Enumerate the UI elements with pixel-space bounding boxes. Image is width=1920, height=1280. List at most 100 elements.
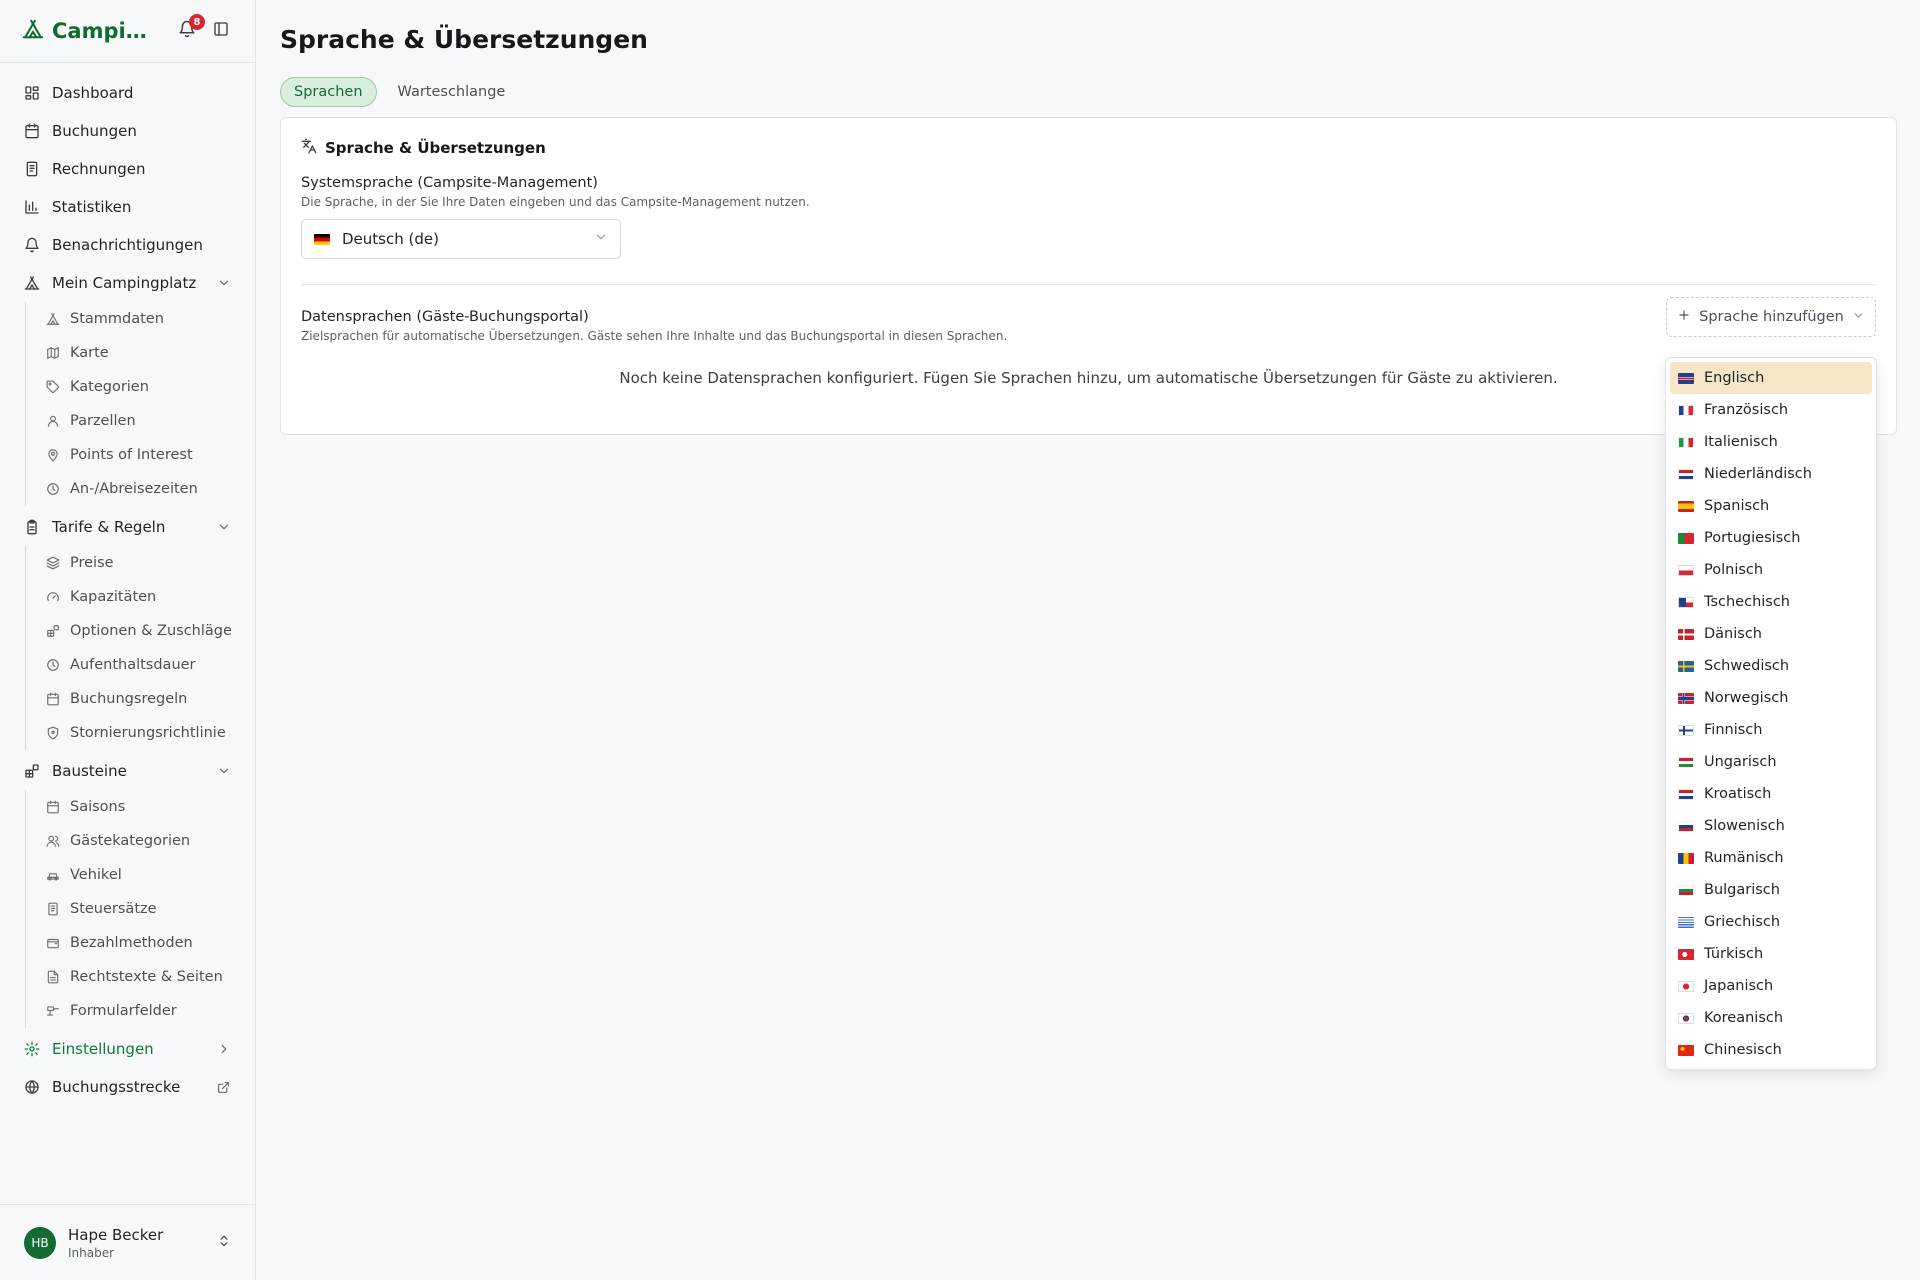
language-option-bulgarisch[interactable]: Bulgarisch: [1670, 874, 1872, 906]
sidebar-group-label: Bausteine: [52, 762, 127, 780]
sidebar-item-label: Buchungen: [52, 122, 137, 140]
toggle-sidebar-button[interactable]: [207, 17, 235, 45]
sidebar-item-stornierungsrichtlinie[interactable]: Stornierungsrichtlinie: [26, 716, 255, 750]
language-dropdown-menu: Englisch Französisch Italienisch Niederl…: [1665, 357, 1877, 1070]
language-option-label: Französisch: [1704, 402, 1789, 418]
flag-de-icon: [314, 233, 330, 245]
flag-gb-icon: [1678, 372, 1694, 384]
languages-card: Sprache & Übersetzungen Systemsprache (C…: [280, 117, 1897, 435]
language-option-label: Niederländisch: [1704, 466, 1812, 482]
sidebar-item-an-abreisezeiten[interactable]: An-/Abreisezeiten: [26, 472, 255, 506]
sidebar-item-einstellungen[interactable]: Einstellungen: [0, 1030, 255, 1068]
tab-sprachen[interactable]: Sprachen: [280, 77, 377, 107]
system-language-description: Die Sprache, in der Sie Ihre Daten einge…: [301, 195, 810, 209]
language-option-spanisch[interactable]: Spanisch: [1670, 490, 1872, 522]
sidebar-item-rechnungen[interactable]: Rechnungen: [0, 150, 255, 188]
language-option-chinesisch[interactable]: Chinesisch: [1670, 1034, 1872, 1066]
sidebar-item-formularfelder[interactable]: Formularfelder: [26, 994, 255, 1028]
sidebar-item-gastekategorien[interactable]: Gästekategorien: [26, 824, 255, 858]
sidebar-item-kapazitaten[interactable]: Kapazitäten: [26, 580, 255, 614]
language-option-danisch[interactable]: Dänisch: [1670, 618, 1872, 650]
flag-ro-icon: [1678, 852, 1694, 864]
sidebar-item-label: Stornierungsrichtlinie: [70, 725, 226, 741]
language-option-slowenisch[interactable]: Slowenisch: [1670, 810, 1872, 842]
subnav-bausteine: Saisons Gästekategorien Vehikel Steuersä…: [25, 790, 255, 1028]
system-language-label: Systemsprache (Campsite-Management): [301, 175, 598, 191]
sidebar-item-points-of-interest[interactable]: Points of Interest: [26, 438, 255, 472]
sidebar-item-benachrichtigungen[interactable]: Benachrichtigungen: [0, 226, 255, 264]
language-option-franzosisch[interactable]: Französisch: [1670, 394, 1872, 426]
language-option-portugiesisch[interactable]: Portugiesisch: [1670, 522, 1872, 554]
chevron-down-icon: [1852, 309, 1865, 326]
chevron-down-icon: [217, 276, 231, 290]
clock-icon: [46, 658, 60, 672]
chevron-right-icon: [217, 1042, 231, 1056]
language-option-italienisch[interactable]: Italienisch: [1670, 426, 1872, 458]
sidebar-item-steuersatze[interactable]: Steuersätze: [26, 892, 255, 926]
sidebar-item-preise[interactable]: Preise: [26, 546, 255, 580]
sidebar-item-buchungsregeln[interactable]: Buchungsregeln: [26, 682, 255, 716]
notifications-button[interactable]: 8: [173, 14, 205, 45]
system-language-select[interactable]: Deutsch (de): [301, 219, 621, 259]
sidebar-item-karte[interactable]: Karte: [26, 336, 255, 370]
sidebar-item-label: Parzellen: [70, 413, 136, 429]
flag-pt-icon: [1678, 532, 1694, 544]
flag-pl-icon: [1678, 564, 1694, 576]
language-option-label: Tschechisch: [1704, 594, 1791, 610]
sidebar-item-saisons[interactable]: Saisons: [26, 790, 255, 824]
sidebar-item-label: Statistiken: [52, 198, 132, 216]
panel-left-icon: [213, 21, 229, 41]
sidebar-item-buchungen[interactable]: Buchungen: [0, 112, 255, 150]
language-option-griechisch[interactable]: Griechisch: [1670, 906, 1872, 938]
language-option-japanisch[interactable]: Japanisch: [1670, 970, 1872, 1002]
sidebar-item-rechtstexte-seiten[interactable]: Rechtstexte & Seiten: [26, 960, 255, 994]
language-option-label: Portugiesisch: [1704, 530, 1801, 546]
language-option-niederlandisch[interactable]: Niederländisch: [1670, 458, 1872, 490]
flag-hr-icon: [1678, 788, 1694, 800]
language-option-tschechisch[interactable]: Tschechisch: [1670, 586, 1872, 618]
sidebar-group-mein-campingplatz[interactable]: Mein Campingplatz: [0, 264, 255, 302]
sidebar-group-tarife-regeln[interactable]: Tarife & Regeln: [0, 508, 255, 546]
flag-si-icon: [1678, 820, 1694, 832]
sidebar-item-kategorien[interactable]: Kategorien: [26, 370, 255, 404]
sidebar-item-statistiken[interactable]: Statistiken: [0, 188, 255, 226]
chevron-down-icon: [217, 764, 231, 778]
sidebar-item-aufenthaltsdauer[interactable]: Aufenthaltsdauer: [26, 648, 255, 682]
sidebar-item-stammdaten[interactable]: Stammdaten: [26, 302, 255, 336]
sidebar-group-bausteine[interactable]: Bausteine: [0, 752, 255, 790]
language-option-kroatisch[interactable]: Kroatisch: [1670, 778, 1872, 810]
sidebar-item-label: Buchungsstrecke: [52, 1078, 181, 1096]
sidebar-item-label: Rechnungen: [52, 160, 146, 178]
sidebar-item-label: Bezahlmethoden: [70, 935, 193, 951]
flag-fr-icon: [1678, 404, 1694, 416]
language-option-label: Schwedisch: [1704, 658, 1790, 674]
sidebar-item-bezahlmethoden[interactable]: Bezahlmethoden: [26, 926, 255, 960]
sidebar-item-vehikel[interactable]: Vehikel: [26, 858, 255, 892]
sidebar-item-dashboard[interactable]: Dashboard: [0, 74, 255, 112]
sidebar-item-buchungsstrecke[interactable]: Buchungsstrecke: [0, 1068, 255, 1106]
card-title-text: Sprache & Übersetzungen: [325, 139, 546, 157]
calendar-icon: [24, 123, 40, 139]
language-option-rumanisch[interactable]: Rumänisch: [1670, 842, 1872, 874]
language-option-finnisch[interactable]: Finnisch: [1670, 714, 1872, 746]
language-option-englisch[interactable]: Englisch: [1670, 362, 1872, 394]
user-menu[interactable]: HB Hape Becker Inhaber: [0, 1204, 255, 1280]
flag-se-icon: [1678, 660, 1694, 672]
language-option-label: Spanisch: [1704, 498, 1770, 514]
language-option-norwegisch[interactable]: Norwegisch: [1670, 682, 1872, 714]
user-icon: [46, 414, 60, 428]
language-option-turkisch[interactable]: Türkisch: [1670, 938, 1872, 970]
brand[interactable]: Campingplatz: [22, 18, 167, 44]
languages-icon: [301, 138, 317, 158]
flag-nl-icon: [1678, 468, 1694, 480]
sidebar-item-optionen-zuschlage[interactable]: Optionen & Zuschläge: [26, 614, 255, 648]
tab-warteschlange[interactable]: Warteschlange: [385, 77, 519, 107]
language-option-schwedisch[interactable]: Schwedisch: [1670, 650, 1872, 682]
add-language-button[interactable]: Sprache hinzufügen: [1666, 297, 1876, 337]
language-option-ungarisch[interactable]: Ungarisch: [1670, 746, 1872, 778]
language-option-koreanisch[interactable]: Koreanisch: [1670, 1002, 1872, 1034]
map-icon: [46, 346, 60, 360]
language-option-polnisch[interactable]: Polnisch: [1670, 554, 1872, 586]
sidebar-item-parzellen[interactable]: Parzellen: [26, 404, 255, 438]
sidebar-item-label: Optionen & Zuschläge: [70, 623, 232, 639]
